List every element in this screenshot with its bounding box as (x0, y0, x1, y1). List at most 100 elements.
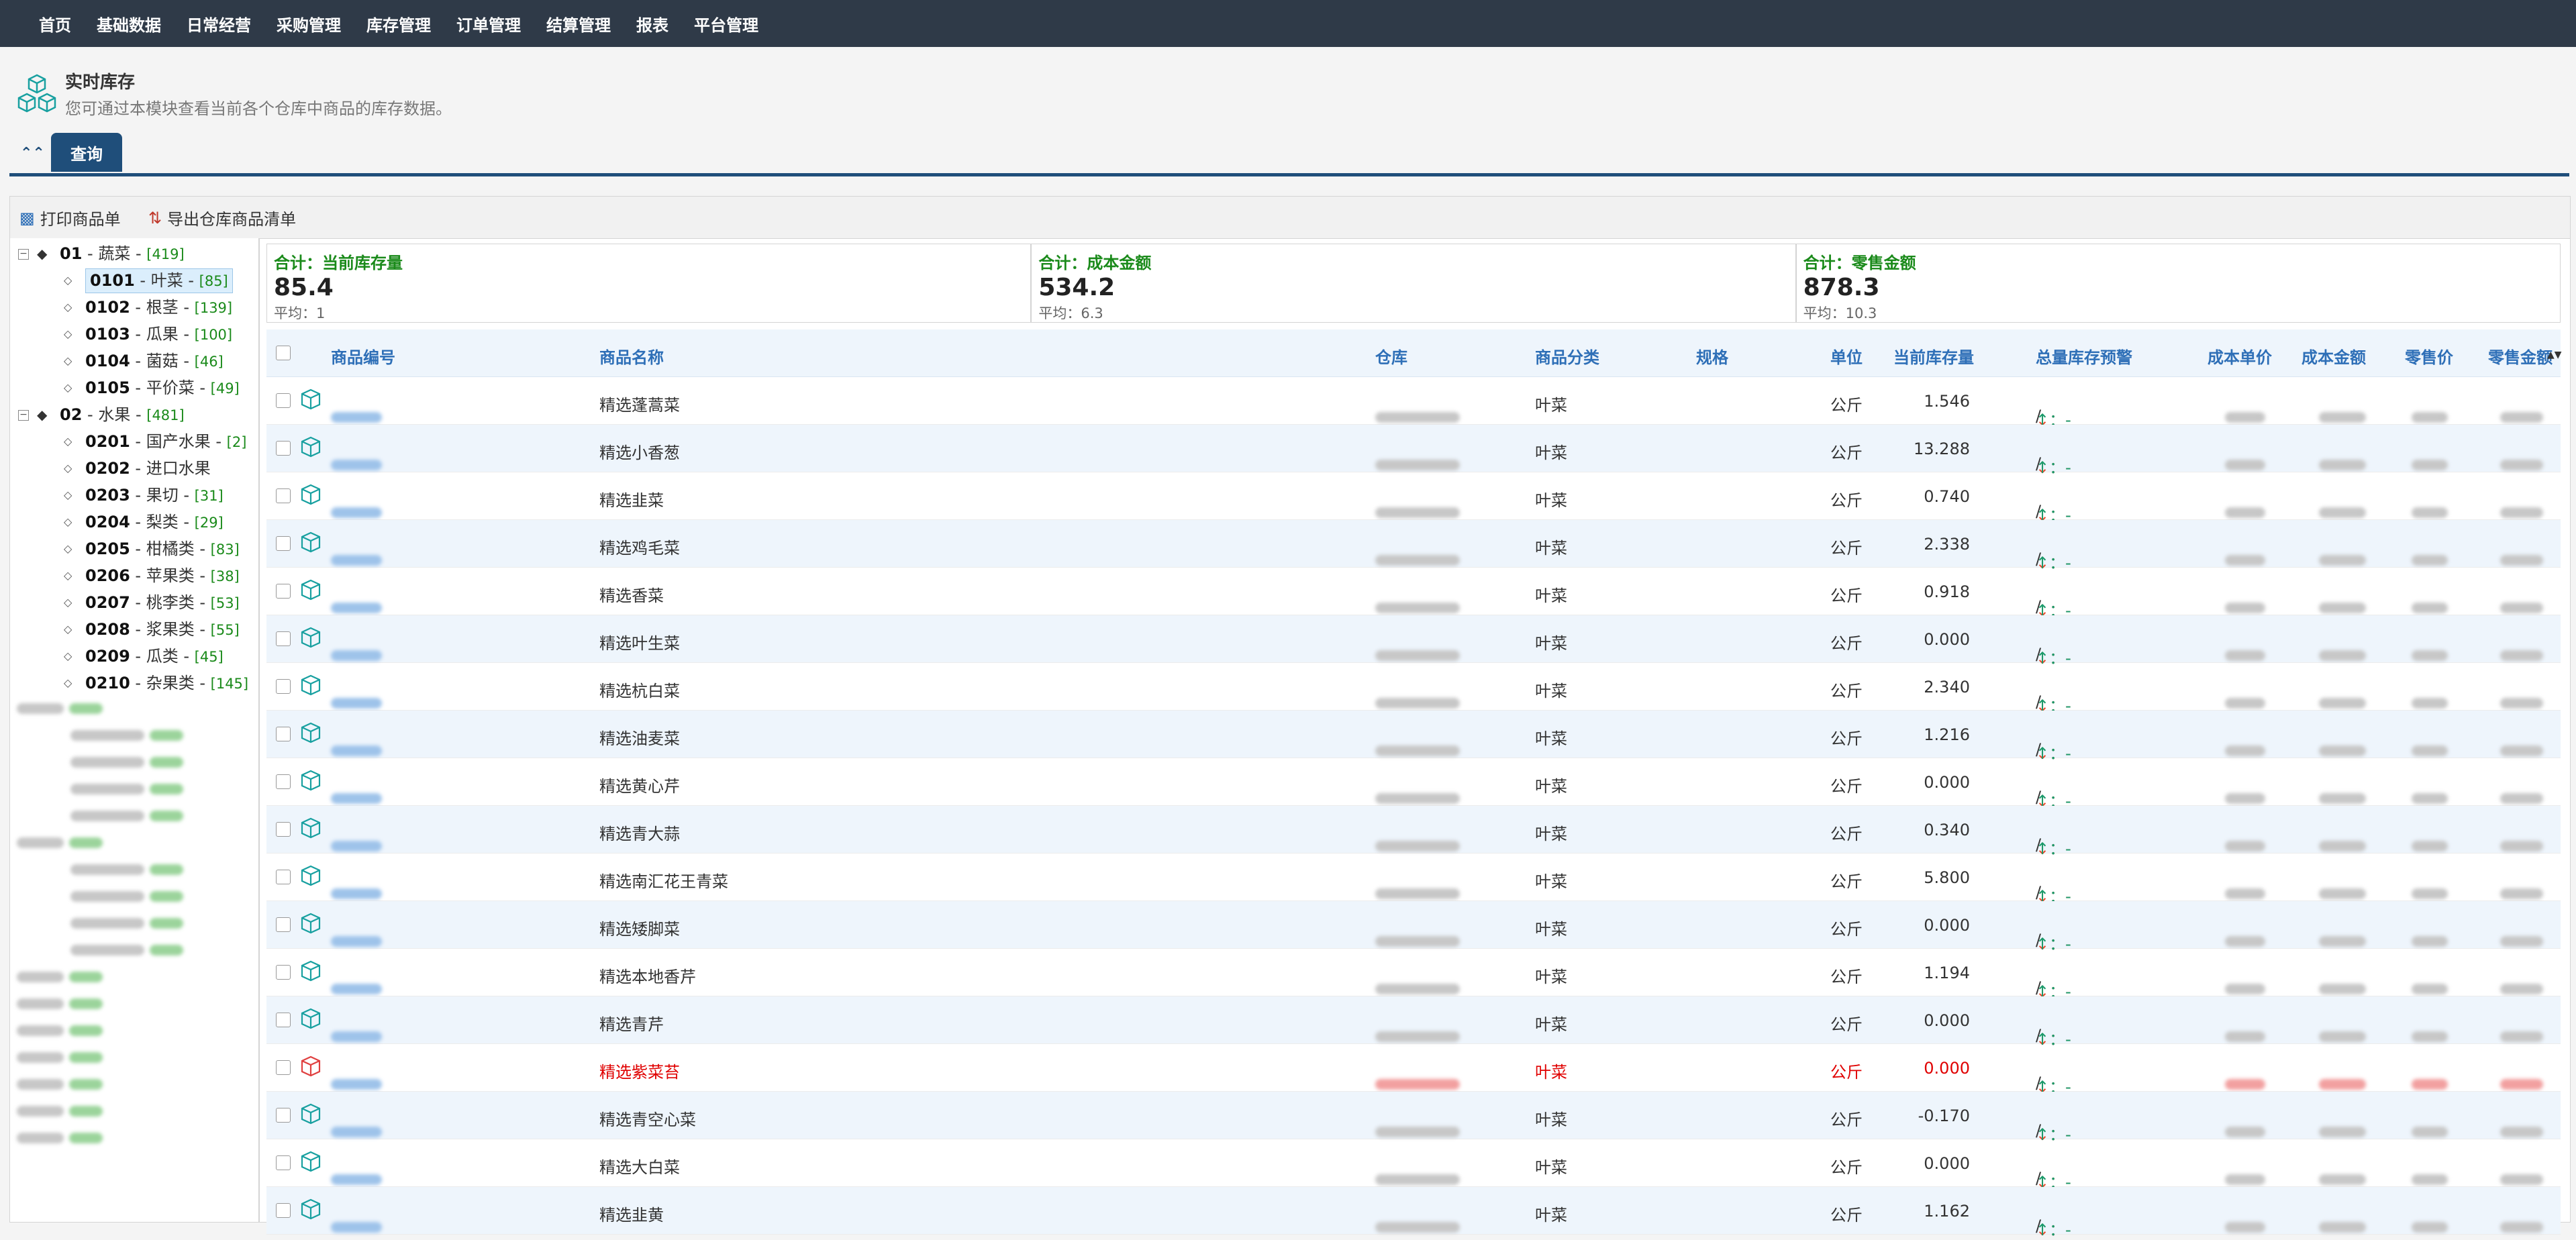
product-name[interactable]: 精选韭黄 (599, 1202, 664, 1225)
nav-orders[interactable]: 订单管理 (456, 12, 521, 36)
product-name[interactable]: 精选小香葱 (599, 440, 680, 463)
row-checkbox[interactable] (276, 1013, 291, 1027)
select-all-checkbox[interactable] (276, 346, 291, 360)
row-checkbox[interactable] (276, 822, 291, 837)
product-name[interactable]: 精选紫菜苔 (599, 1059, 680, 1082)
product-name[interactable]: 精选南汇花王青菜 (599, 868, 728, 892)
product-name[interactable]: 精选杭白菜 (599, 678, 680, 701)
product-box-icon[interactable] (300, 578, 321, 601)
table-row[interactable]: 精选蓬蒿菜 叶菜 公斤 1.546 ↓：- / ↑：- (266, 377, 2561, 429)
product-name[interactable]: 精选油麦菜 (599, 725, 680, 749)
product-box-icon[interactable] (300, 721, 321, 744)
product-name[interactable]: 精选本地香芹 (599, 964, 696, 987)
tree-node[interactable]: ◇ 0105 - 平价菜 - [49] (10, 376, 252, 399)
table-row[interactable]: 精选本地香芹 叶菜 公斤 1.194 ↓：- / ↑：- (266, 949, 2561, 1001)
product-name[interactable]: 精选青大蒜 (599, 821, 680, 844)
product-box-icon[interactable] (300, 531, 321, 554)
table-row[interactable]: 精选矮脚菜 叶菜 公斤 0.000 ↓：- / ↑：- (266, 901, 2561, 953)
tree-node-redacted[interactable] (70, 940, 183, 960)
nav-home[interactable]: 首页 (39, 12, 71, 36)
tree-node[interactable]: ◇ 0206 - 苹果类 - [38] (10, 564, 252, 587)
row-checkbox[interactable] (276, 441, 291, 456)
nav-inventory[interactable]: 库存管理 (366, 12, 431, 36)
row-checkbox[interactable] (276, 727, 291, 741)
product-name[interactable]: 精选鸡毛菜 (599, 535, 680, 558)
product-box-icon[interactable] (300, 912, 321, 935)
nav-reports[interactable]: 报表 (636, 12, 668, 36)
col-name[interactable]: 商品名称 (599, 344, 664, 368)
tree-node-redacted[interactable] (17, 699, 103, 719)
col-category[interactable]: 商品分类 (1535, 344, 1599, 368)
product-box-icon[interactable] (300, 1150, 321, 1173)
row-checkbox[interactable] (276, 917, 291, 932)
tree-node[interactable]: ◇ 0204 - 梨类 - [29] (10, 511, 252, 533)
product-box-icon[interactable] (300, 1198, 321, 1221)
row-checkbox[interactable] (276, 488, 291, 503)
table-row[interactable]: 精选叶生菜 叶菜 公斤 0.000 ↓：- / ↑：- (266, 615, 2561, 668)
tree-node[interactable]: ◇ 0203 - 果切 - [31] (10, 484, 252, 507)
tree-node-redacted[interactable] (17, 1101, 103, 1121)
collapse-up-icon[interactable]: ⌃⌃ (20, 145, 45, 162)
tree-node-redacted[interactable] (70, 725, 183, 745)
table-row[interactable]: 精选香菜 叶菜 公斤 0.918 ↓：- / ↑：- (266, 568, 2561, 620)
table-row[interactable]: 精选青大蒜 叶菜 公斤 0.340 ↓：- / ↑：- (266, 806, 2561, 858)
row-checkbox[interactable] (276, 679, 291, 694)
tree-node[interactable]: ◇ 0104 - 菌菇 - [46] (10, 350, 252, 372)
tree-node-redacted[interactable] (17, 994, 103, 1014)
tree-node[interactable]: ◇ 0207 - 桃李类 - [53] (10, 591, 252, 614)
table-row[interactable]: 精选青空心菜 叶菜 公斤 -0.170 ↓：- / ↑：- (266, 1092, 2561, 1144)
tree-node-redacted[interactable] (17, 833, 103, 853)
tree-node-redacted[interactable] (17, 1128, 103, 1148)
tree-toggle-icon[interactable]: − (18, 249, 29, 260)
table-row[interactable]: 精选油麦菜 叶菜 公斤 1.216 ↓：- / ↑：- (266, 711, 2561, 763)
product-name[interactable]: 精选叶生菜 (599, 630, 680, 654)
table-row[interactable]: 精选大白菜 叶菜 公斤 0.000 ↓：- / ↑：- (266, 1139, 2561, 1192)
row-checkbox[interactable] (276, 965, 291, 980)
nav-daily-ops[interactable]: 日常经营 (187, 12, 251, 36)
col-retail-amount[interactable]: 零售金额 (2488, 344, 2553, 368)
col-warehouse[interactable]: 仓库 (1375, 344, 1407, 368)
row-checkbox[interactable] (276, 1155, 291, 1170)
table-row[interactable]: 精选韭黄 叶菜 公斤 1.162 ↓：- / ↑：- (266, 1187, 2561, 1239)
col-stock[interactable]: 当前库存量 (1893, 344, 1974, 368)
tree-node-redacted[interactable] (70, 913, 183, 933)
tree-node-redacted[interactable] (70, 806, 183, 826)
product-box-icon[interactable] (300, 388, 321, 411)
tree-node[interactable]: ◇ 0205 - 柑橘类 - [83] (10, 537, 252, 560)
col-unit[interactable]: 单位 (1830, 344, 1863, 368)
product-box-icon[interactable] (300, 960, 321, 982)
table-row[interactable]: 精选青芹 叶菜 公斤 0.000 ↓：- / ↑：- (266, 996, 2561, 1049)
col-spec[interactable]: 规格 (1696, 344, 1728, 368)
table-row[interactable]: 精选韭菜 叶菜 公斤 0.740 ↓：- / ↑：- (266, 472, 2561, 525)
print-button[interactable]: ▩ 打印商品单 (19, 206, 121, 229)
col-retail-price[interactable]: 零售价 (2405, 344, 2453, 368)
row-checkbox[interactable] (276, 1108, 291, 1123)
nav-base-data[interactable]: 基础数据 (97, 12, 161, 36)
product-box-icon[interactable] (300, 435, 321, 458)
tree-node-redacted[interactable] (17, 967, 103, 987)
row-checkbox[interactable] (276, 870, 291, 884)
product-name[interactable]: 精选韭菜 (599, 487, 664, 511)
product-name[interactable]: 精选青芹 (599, 1011, 664, 1035)
row-checkbox[interactable] (276, 584, 291, 599)
row-checkbox[interactable] (276, 1060, 291, 1075)
tree-node[interactable]: ◇ 0201 - 国产水果 - [2] (10, 430, 252, 453)
col-cost-price[interactable]: 成本单价 (2208, 344, 2272, 368)
product-name[interactable]: 精选矮脚菜 (599, 916, 680, 939)
product-box-icon[interactable] (300, 1055, 321, 1078)
nav-settlement[interactable]: 结算管理 (546, 12, 611, 36)
tab-query[interactable]: 查询 (51, 133, 122, 172)
tree-node[interactable]: − ◆ 02 - 水果 - [481] (10, 403, 252, 426)
product-name[interactable]: 精选黄心芹 (599, 773, 680, 796)
export-button[interactable]: ⇅ 导出仓库商品清单 (148, 206, 296, 229)
product-box-icon[interactable] (300, 1007, 321, 1030)
product-box-icon[interactable] (300, 769, 321, 792)
product-box-icon[interactable] (300, 674, 321, 696)
tree-node[interactable]: ◇ 0101 - 叶菜 - [85] (10, 268, 252, 293)
row-checkbox[interactable] (276, 1203, 291, 1218)
row-checkbox[interactable] (276, 631, 291, 646)
col-code[interactable]: 商品编号 (331, 344, 395, 368)
tree-node-redacted[interactable] (17, 1047, 103, 1068)
tree-node[interactable]: ◇ 0210 - 杂果类 - [145] (10, 672, 252, 694)
tree-node[interactable]: ◇ 0209 - 瓜类 - [45] (10, 645, 252, 668)
